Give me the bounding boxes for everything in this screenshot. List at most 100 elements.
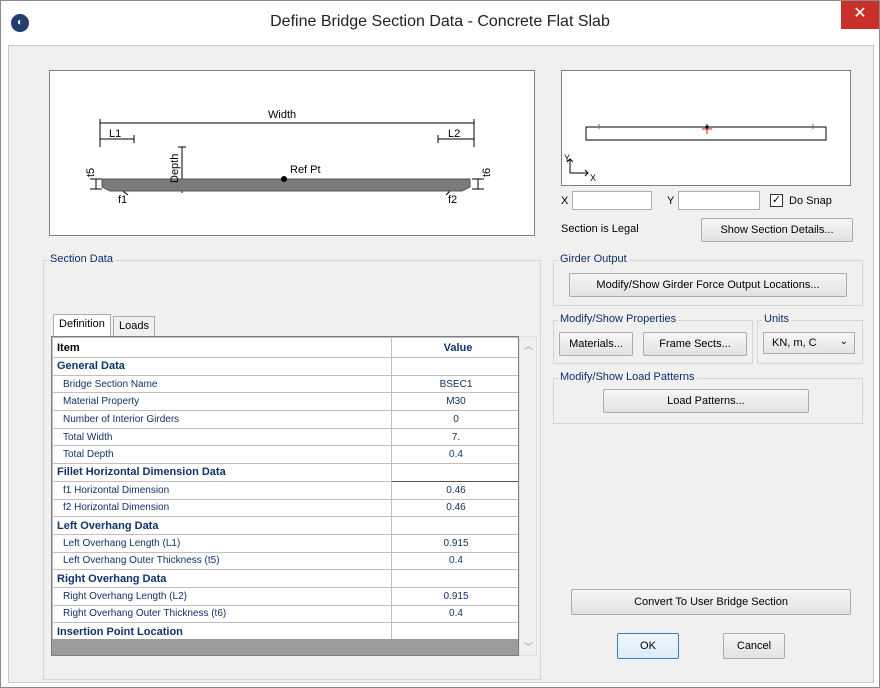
row-value[interactable] bbox=[391, 516, 518, 535]
width-label: Width bbox=[268, 109, 296, 121]
materials-button[interactable]: Materials... bbox=[559, 332, 633, 356]
row-value[interactable]: 0.4 bbox=[391, 551, 518, 571]
show-section-details-button[interactable]: Show Section Details... bbox=[701, 218, 853, 242]
preview-sketch: Y X bbox=[564, 124, 827, 183]
row-value[interactable] bbox=[391, 569, 518, 588]
close-button[interactable]: ✕ bbox=[841, 1, 879, 29]
table-row[interactable]: Right Overhang Length (L2) 0.915 bbox=[52, 586, 518, 606]
row-value[interactable]: 0.915 bbox=[391, 586, 518, 606]
section-status: Section is Legal bbox=[561, 223, 639, 235]
t5-label: t5 bbox=[85, 168, 97, 177]
table-row[interactable]: Number of Interior Girders 0 bbox=[52, 410, 518, 429]
row-value[interactable] bbox=[391, 463, 518, 482]
table-row[interactable]: Left Overhang Outer Thickness (t5) 0.4 bbox=[52, 551, 518, 571]
tab-definition[interactable]: Definition bbox=[53, 314, 111, 336]
preview-canvas: Y X bbox=[561, 70, 851, 186]
scroll-up-icon[interactable]: ︿ bbox=[524, 339, 533, 352]
row-value[interactable] bbox=[391, 622, 518, 641]
t6-label: t6 bbox=[481, 168, 493, 177]
row-item-name: Left Overhang Length (L1) bbox=[52, 533, 392, 553]
girder-output-label: Girder Output bbox=[558, 253, 629, 265]
units-value: KN, m, C bbox=[772, 337, 817, 349]
table-row[interactable]: f2 Horizontal Dimension 0.46 bbox=[52, 498, 518, 518]
row-value[interactable]: 0.4 bbox=[391, 604, 518, 624]
table-section-row[interactable]: General Data bbox=[52, 357, 518, 376]
row-item-name: Left Overhang Data bbox=[52, 516, 392, 535]
window-title: Define Bridge Section Data - Concrete Fl… bbox=[270, 13, 610, 30]
row-item-name: Insertion Point Location bbox=[52, 622, 392, 641]
table-row[interactable]: Total Width 7. bbox=[52, 427, 518, 447]
section-data-label: Section Data bbox=[48, 253, 115, 265]
row-value[interactable]: 0.4 bbox=[391, 445, 518, 465]
depth-label: Depth bbox=[169, 154, 181, 183]
girder-output-button[interactable]: Modify/Show Girder Force Output Location… bbox=[569, 273, 847, 297]
table-row[interactable]: Right Overhang Outer Thickness (t6) 0.4 bbox=[52, 604, 518, 624]
row-value[interactable]: 0.46 bbox=[391, 498, 518, 518]
table-scrollbar[interactable]: ︿ ﹀ bbox=[519, 336, 537, 656]
row-item-name: Left Overhang Outer Thickness (t5) bbox=[52, 551, 392, 571]
row-item-name: Total Depth bbox=[52, 445, 392, 465]
row-value[interactable]: 0.915 bbox=[391, 533, 518, 553]
units-label: Units bbox=[762, 313, 792, 325]
properties-label: Modify/Show Properties bbox=[558, 313, 679, 325]
frame-sects-button[interactable]: Frame Sects... bbox=[643, 332, 747, 356]
row-value[interactable] bbox=[391, 357, 518, 376]
x-coord-input[interactable] bbox=[572, 191, 652, 210]
section-diagram: Width L1 L2 Ref Pt f1 f2 Depth t5 t6 bbox=[49, 70, 535, 236]
table-row[interactable]: f1 Horizontal Dimension 0.46 bbox=[52, 480, 518, 500]
row-value[interactable]: 7. bbox=[391, 427, 518, 447]
l1-label: L1 bbox=[109, 128, 121, 140]
table-section-row[interactable]: Insertion Point Location bbox=[52, 622, 518, 641]
row-item-name: Material Property bbox=[52, 392, 392, 412]
f1-label: f1 bbox=[118, 194, 127, 206]
ok-button[interactable]: OK bbox=[617, 633, 679, 659]
table-row[interactable]: Total Depth 0.4 bbox=[52, 445, 518, 465]
scroll-down-icon[interactable]: ﹀ bbox=[524, 640, 533, 653]
convert-user-section-button[interactable]: Convert To User Bridge Section bbox=[571, 589, 851, 615]
x-coord-label: X bbox=[561, 195, 569, 207]
row-item-name: Number of Interior Girders bbox=[52, 410, 392, 429]
table-section-row[interactable]: Left Overhang Data bbox=[52, 516, 518, 535]
y-coord-label: Y bbox=[667, 195, 675, 207]
load-patterns-label: Modify/Show Load Patterns bbox=[558, 371, 697, 383]
row-item-name: Bridge Section Name bbox=[52, 374, 392, 394]
row-item-name: Right Overhang Data bbox=[52, 569, 392, 588]
title-bar: ◐ Define Bridge Section Data - Concrete … bbox=[1, 1, 879, 45]
chevron-down-icon: ⌄ bbox=[839, 336, 848, 347]
load-patterns-button[interactable]: Load Patterns... bbox=[603, 389, 809, 413]
units-select[interactable]: KN, m, C ⌄ bbox=[763, 332, 855, 354]
table-section-row[interactable]: Right Overhang Data bbox=[52, 569, 518, 588]
column-value: Value bbox=[391, 337, 518, 358]
cancel-button[interactable]: Cancel bbox=[723, 633, 785, 659]
section-sketch: Width L1 L2 Ref Pt f1 f2 Depth t5 t6 bbox=[85, 109, 493, 206]
axis-y-label: Y bbox=[564, 153, 570, 163]
row-value[interactable]: M30 bbox=[391, 392, 518, 412]
dialog-window: ◐ Define Bridge Section Data - Concrete … bbox=[0, 0, 880, 688]
row-item-name: Fillet Horizontal Dimension Data bbox=[52, 463, 392, 482]
row-value[interactable]: BSEC1 bbox=[391, 374, 518, 394]
do-snap-checkbox[interactable]: ✓ bbox=[770, 194, 783, 207]
table-row[interactable]: Left Overhang Length (L1) 0.915 bbox=[52, 533, 518, 553]
tab-loads[interactable]: Loads bbox=[113, 316, 155, 336]
row-value[interactable]: 0 bbox=[391, 410, 518, 429]
column-item: Item bbox=[52, 337, 392, 358]
l2-label: L2 bbox=[448, 128, 460, 140]
row-item-name: General Data bbox=[52, 357, 392, 376]
table-footer-strip bbox=[52, 639, 518, 655]
row-item-name: f2 Horizontal Dimension bbox=[52, 498, 392, 518]
section-data-table: Item Value General Data Bridge Section Na… bbox=[51, 336, 519, 656]
data-grid: Item Value General Data Bridge Section Na… bbox=[52, 337, 518, 655]
table-section-row[interactable]: Fillet Horizontal Dimension Data bbox=[52, 463, 518, 482]
dialog-client: Width L1 L2 Ref Pt f1 f2 Depth t5 t6 Y X… bbox=[8, 45, 874, 683]
row-item-name: Right Overhang Length (L2) bbox=[52, 586, 392, 606]
table-row[interactable]: Bridge Section Name BSEC1 bbox=[52, 374, 518, 394]
f2-label: f2 bbox=[448, 194, 457, 206]
y-coord-input[interactable] bbox=[678, 191, 760, 210]
row-item-name: Total Width bbox=[52, 427, 392, 447]
table-row[interactable]: Material Property M30 bbox=[52, 392, 518, 412]
do-snap-label: Do Snap bbox=[789, 195, 832, 207]
axis-x-label: X bbox=[590, 173, 596, 183]
ref-pt-label: Ref Pt bbox=[290, 164, 321, 176]
row-value[interactable]: 0.46 bbox=[391, 480, 518, 500]
row-item-name: Right Overhang Outer Thickness (t6) bbox=[52, 604, 392, 624]
